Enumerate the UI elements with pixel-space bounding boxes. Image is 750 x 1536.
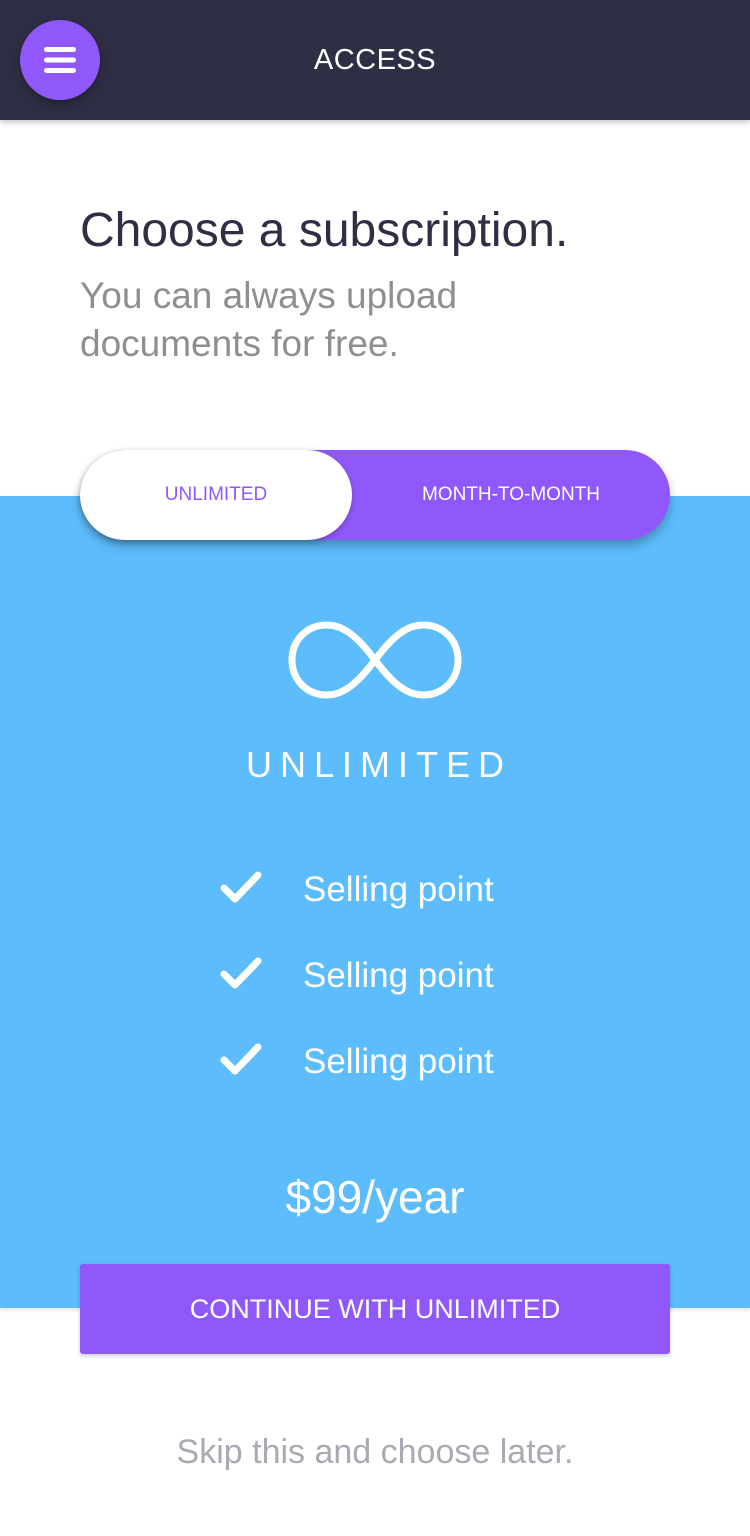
checkmark-icon [220,1043,262,1075]
plan-name: UNLIMITED [245,744,512,785]
feature-text: Selling point [303,1042,494,1081]
feature-text: Selling point [303,956,494,995]
feature-item: Selling point [220,1036,540,1122]
infinity-icon [288,621,462,699]
page-subtext: You can always upload documents for free… [80,275,458,364]
feature-list: Selling point Selling point Selling poin… [220,864,540,1122]
top-app-bar: ACCESS [0,0,750,120]
tab-unlimited[interactable]: UNLIMITED [80,450,352,540]
feature-text: Selling point [303,870,494,909]
feature-item: Selling point [220,864,540,950]
feature-item: Selling point [220,950,540,1036]
page-headline: Choose a subscription. [80,204,569,257]
tab-month-to-month[interactable]: MONTH-TO-MONTH [352,450,670,540]
checkmark-icon [220,957,262,989]
app-title: ACCESS [313,44,437,76]
plan-price: $99/year [285,1171,465,1223]
plan-toggle: MONTH-TO-MONTH UNLIMITED [80,450,670,540]
checkmark-icon [220,871,262,903]
skip-link[interactable]: Skip this and choose later. [0,1433,750,1472]
continue-button[interactable]: CONTINUE WITH UNLIMITED [80,1264,670,1354]
